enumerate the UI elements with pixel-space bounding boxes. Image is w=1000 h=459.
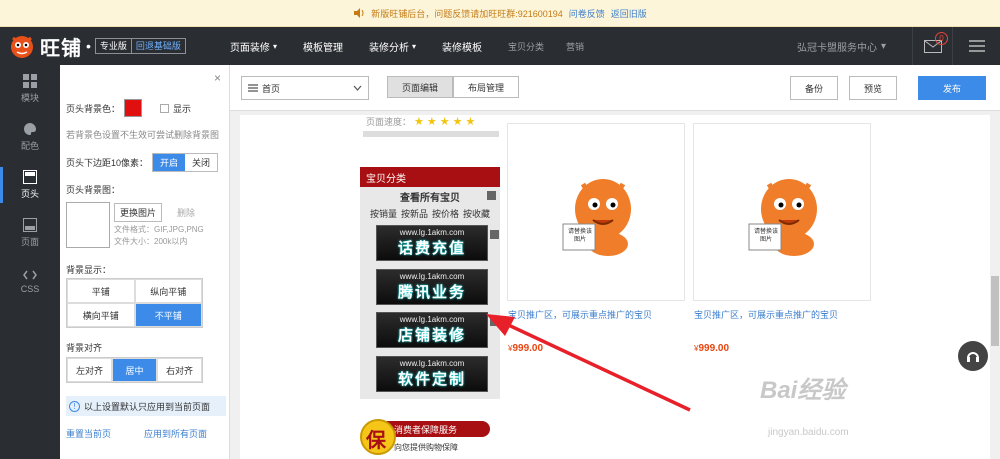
refresh-icon (967, 352, 979, 362)
watermark-logo: Bai经验 (760, 377, 846, 404)
feedback-float-button[interactable] (958, 341, 988, 371)
annotation-arrow (486, 314, 691, 412)
watermark-url: jingyan.baidu.com (768, 427, 849, 438)
